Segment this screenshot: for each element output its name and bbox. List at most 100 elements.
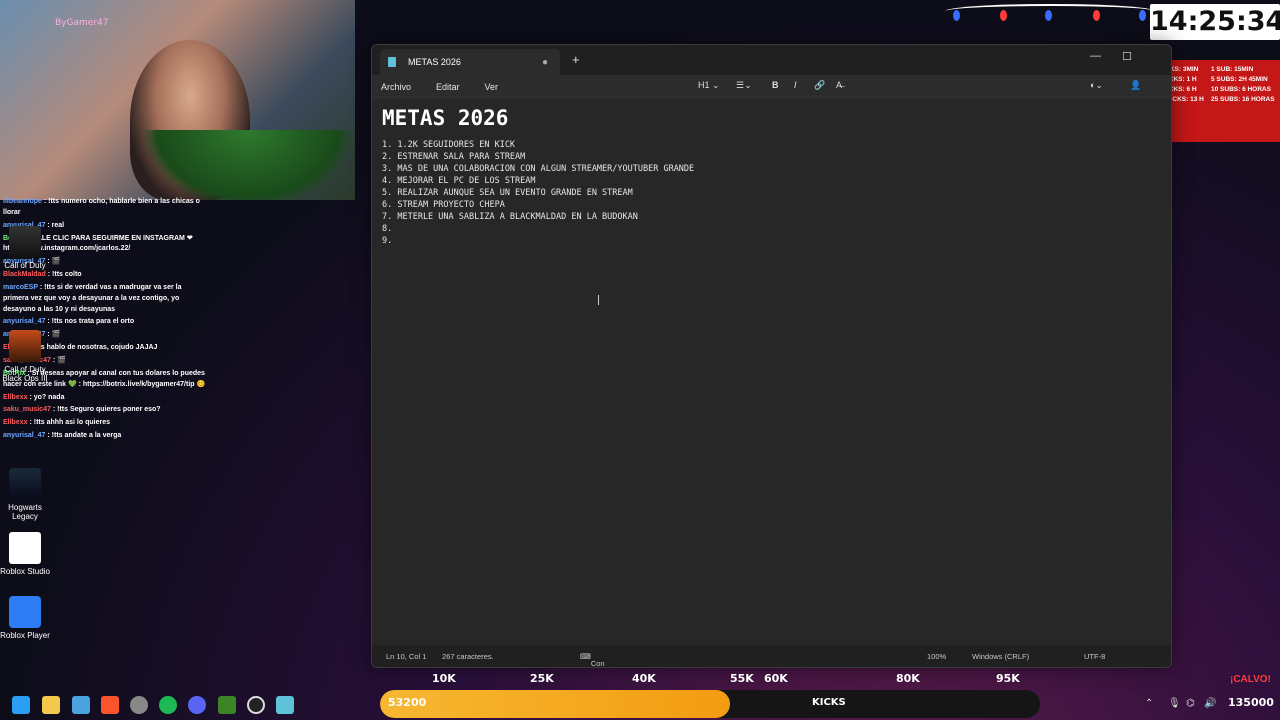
goal-item: 10 SUBS: 6 HORAS: [1211, 86, 1271, 93]
maximize-icon[interactable]: ☐: [1122, 50, 1132, 63]
obs-icon[interactable]: [247, 696, 265, 714]
goal-item: 25 SUBS: 16 HORAS: [1211, 96, 1275, 103]
tab-title: METAS 2026: [408, 57, 461, 67]
stream-clock: 14:25:34: [1150, 4, 1280, 40]
light-bulb: [1045, 10, 1052, 21]
photos-icon[interactable]: [72, 696, 90, 714]
milestone-label: 55K: [730, 672, 754, 685]
status-bar: Ln 10, Col 1 267 caracteres. ⌨ Con forma…: [372, 645, 1171, 667]
chat-text: !tts nos trata para el orto: [51, 318, 135, 326]
desktop-icon-black-ops[interactable]: Call of Duty Black Ops III: [0, 330, 50, 383]
italic-button[interactable]: I: [794, 80, 797, 90]
unsaved-dot-icon[interactable]: ●: [542, 57, 548, 68]
heading-dropdown[interactable]: H1 ⌄: [698, 80, 720, 91]
menu-ver[interactable]: Ver: [485, 82, 499, 92]
kick-milestones: 10K 25K 40K 55K 60K 80K 95K: [380, 672, 1040, 688]
milestone-label: 95K: [996, 672, 1020, 685]
chat-text: yo? nada: [33, 393, 65, 401]
title-bar: METAS 2026 ● + — ☐: [372, 45, 1171, 75]
editor-area[interactable]: METAS 2026 1. 1.2K SEGUIDORES EN KICK 2. …: [372, 99, 1171, 647]
goal-line: 5. REALIZAR AUNQUE SEA UN EVENTO GRANDE …: [382, 188, 633, 198]
minecraft-icon[interactable]: [218, 696, 236, 714]
bold-button[interactable]: B: [772, 80, 779, 90]
file-explorer-icon[interactable]: [42, 696, 60, 714]
desktop-icon-label: Roblox Player: [0, 631, 50, 640]
chat-username[interactable]: anyurisal_47: [3, 318, 45, 325]
heading-label: H1: [698, 80, 710, 90]
goal-line: 4. MEJORAR EL PC DE LOS STREAM: [382, 176, 536, 186]
chat-message: anyurisal_47 : !tts andate a la verga: [0, 430, 212, 443]
webcam-overlay-text: ByGamer47: [55, 18, 109, 28]
desktop-icon-roblox-studio[interactable]: Roblox Studio: [0, 532, 50, 576]
roblox-studio-icon: [9, 532, 41, 564]
line-ending[interactable]: Windows (CRLF): [972, 652, 1029, 661]
calvo-label: ¡CALVO!: [1230, 674, 1271, 685]
cursor-position: Ln 10, Col 1: [386, 652, 427, 661]
goals-list: 1. 1.2K SEGUIDORES EN KICK 2. ESTRENAR SA…: [382, 139, 1161, 247]
milestone-label: 80K: [896, 672, 920, 685]
milestone-label: 10K: [432, 672, 456, 685]
chat-text: 🎬: [51, 331, 61, 339]
milestone-label: 40K: [632, 672, 656, 685]
light-bulb: [953, 10, 960, 21]
new-tab-plus-icon[interactable]: +: [572, 52, 580, 67]
light-bulb: [1000, 10, 1007, 21]
goal-line: 7. METERLE UNA SABLIZA A BLACKMALDAD EN …: [382, 212, 638, 222]
desktop-icon-hogwarts[interactable]: Hogwarts Legacy: [0, 468, 50, 521]
chat-username[interactable]: anyurisal_47: [3, 432, 45, 439]
goal-line: 2. ESTRENAR SALA PARA STREAM: [382, 152, 526, 162]
chat-text: !tts colto: [52, 271, 82, 279]
christmas-wreath: [140, 130, 355, 200]
chrome-icon[interactable]: [130, 696, 148, 714]
minimize-icon[interactable]: —: [1090, 50, 1101, 62]
clear-format-icon[interactable]: A̶: [836, 80, 842, 90]
chat-text: !tts andate a la verga: [51, 432, 122, 440]
volume-icon[interactable]: 🔊: [1204, 698, 1216, 709]
copilot-icon[interactable]: ◐⌄: [1090, 80, 1103, 91]
discord-icon[interactable]: [188, 696, 206, 714]
goal-line: 1. 1.2K SEGUIDORES EN KICK: [382, 140, 516, 150]
chat-text: real: [51, 221, 65, 229]
account-icon[interactable]: 👤: [1130, 80, 1141, 91]
format-mode[interactable]: ⌨ Con formato: [580, 652, 605, 667]
desktop-icon-label: Call of Duty Black Ops III: [2, 365, 48, 383]
zoom-level[interactable]: 100%: [927, 652, 946, 661]
notepad-doc-icon: [388, 57, 396, 67]
chat-text: 🎬: [57, 356, 66, 364]
list-dropdown-icon[interactable]: ☰⌄: [736, 80, 752, 91]
chat-username[interactable]: BlackMaldad: [3, 271, 46, 278]
tab-metas-2026[interactable]: METAS 2026 ●: [380, 49, 560, 75]
chat-username[interactable]: Ellbexx: [3, 419, 28, 426]
encoding[interactable]: UTF-8: [1084, 652, 1105, 661]
menu-editar[interactable]: Editar: [436, 82, 460, 92]
taskbar: ⌃ 🎙 ⌬ 🔊: [0, 690, 1280, 720]
menu-archivo[interactable]: Archivo: [381, 82, 411, 92]
windows-start-icon[interactable]: [12, 696, 30, 714]
chat-text: !tts hablo de nosotras, cojudo JAJAJ: [33, 344, 158, 352]
goal-line: 6. STREAM PROYECTO CHEPA: [382, 200, 505, 210]
chat-username[interactable]: marcoESP: [3, 284, 38, 291]
chat-message: Ellbexx : !tts ahhh asi lo quieres: [0, 417, 212, 430]
brave-icon[interactable]: [101, 696, 119, 714]
chat-username[interactable]: lilbeanhope: [3, 198, 42, 205]
chat-username[interactable]: saku_music47: [3, 406, 51, 413]
wifi-icon[interactable]: ⌬: [1186, 698, 1195, 709]
desktop-icon-roblox-player[interactable]: Roblox Player: [0, 596, 50, 640]
desktop-icon-call-of-duty[interactable]: Call of Duty: [0, 226, 50, 270]
menu-bar: Archivo Editar Ver H1 ⌄ ☰⌄ B I 🔗 A̶ ◐⌄ 👤: [372, 75, 1171, 99]
char-count: 267 caracteres.: [442, 652, 494, 661]
link-icon[interactable]: 🔗: [814, 80, 825, 91]
christmas-lights: [945, 4, 1155, 28]
chat-username[interactable]: Ellbexx: [3, 394, 28, 401]
goal-line: 8.: [382, 224, 393, 234]
mic-icon[interactable]: 🎙: [1168, 698, 1181, 709]
tray-chevron-icon[interactable]: ⌃: [1145, 698, 1153, 709]
notepad-icon[interactable]: [276, 696, 294, 714]
text-cursor-icon: [598, 295, 599, 305]
spotify-icon[interactable]: [159, 696, 177, 714]
goal-line: 3. MAS DE UNA COLABORACION CON ALGUN STR…: [382, 164, 695, 174]
milestone-label: 60K: [764, 672, 788, 685]
goal-item: 1 SUB: 15MIN: [1211, 66, 1254, 73]
sub-goals-column: 1 SUB: 15MIN 5 SUBS: 2H 45MIN 10 SUBS: 6 H…: [1211, 66, 1276, 136]
hogwarts-icon: [9, 468, 41, 500]
